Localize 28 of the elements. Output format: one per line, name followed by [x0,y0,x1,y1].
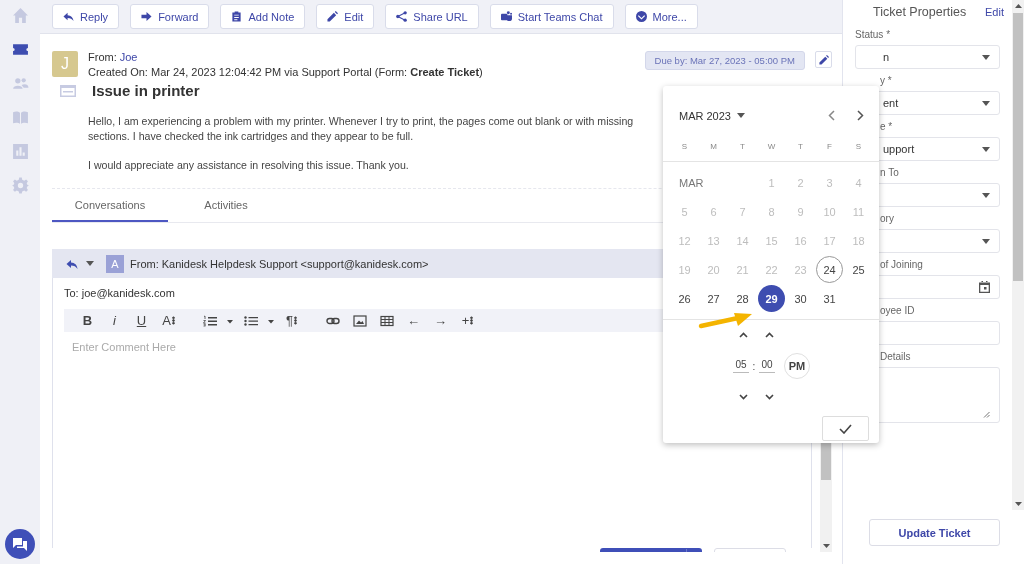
weekday-label: T [739,140,746,153]
field-label: oyee ID [880,305,915,317]
field-label: n To [880,167,899,179]
due-date-badge: Due by: Mar 27, 2023 - 05:00 PM [644,51,805,70]
message-paragraph: Hello, I am experiencing a problem with my printer. Whenever I try to print, the pages come out blank or with missing sections. I have checked the ink cartridges and they appear to be full. [88,114,635,144]
weekday-label: M [709,140,718,153]
field-label: ory [880,213,894,225]
to-address: To: joe@kanidesk.com [64,287,175,301]
from-label: From: [88,51,117,63]
panel-title: Ticket Properties [873,5,967,19]
avatar: A [106,254,124,273]
weekday-label: F [826,140,833,153]
avatar: J [52,51,78,77]
ticket-title: Issue in printer [92,82,200,99]
message-paragraph: I would appreciate any assistance in resolving this issue. Thank you. [88,158,410,173]
weekday-label: S [854,140,863,153]
created-info: Created On: Mar 24, 2023 12:04:42 PM via Support Portal (Form: Create Ticket) [88,66,483,78]
field-label: e * [880,121,893,133]
weekday-label: T [797,140,804,153]
field-label: Status * [855,29,891,41]
month-label: MAR [678,175,705,191]
weekday-label: S [680,140,689,153]
weekday-label: W [766,140,777,153]
field-label: Details [880,351,911,363]
field-label: of Joining [880,259,923,271]
from-address: From: Kanidesk Helpdesk Support <support@kanidesk.com> [130,257,429,270]
time-separator: : [751,360,757,372]
field-label: y * [880,75,892,87]
